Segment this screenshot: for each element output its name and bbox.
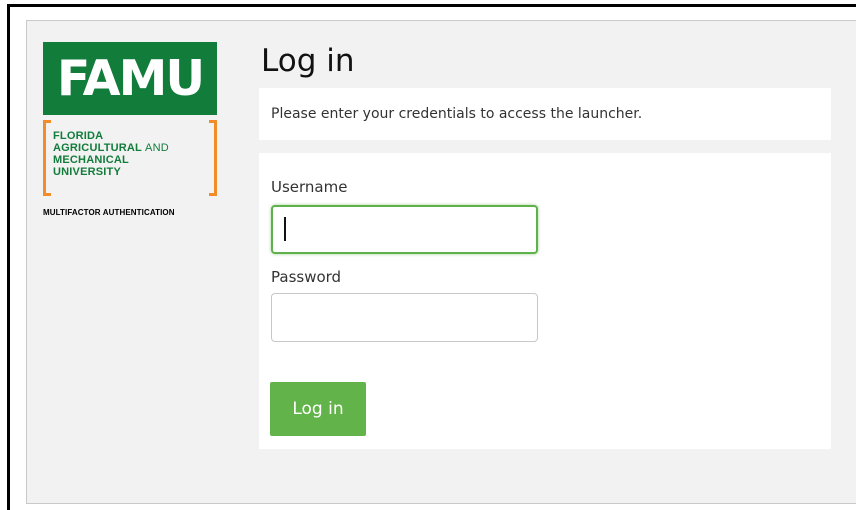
password-label: Password: [271, 268, 342, 286]
username-input[interactable]: [271, 205, 538, 254]
logo-line-3: MECHANICAL: [53, 154, 129, 166]
left-bracket-icon: [43, 120, 51, 196]
logo-line-2-text: AGRICULTURAL: [53, 142, 142, 154]
logo-line-1: FLORIDA: [53, 130, 104, 142]
logo-wordmark: FAMU: [43, 42, 217, 115]
username-label: Username: [271, 178, 348, 196]
login-form: Username Password Log in: [259, 153, 831, 449]
logo-line-2: AGRICULTURAL AND: [53, 142, 207, 154]
logo-bracket-block: FLORIDA AGRICULTURAL AND MECHANICAL UNIV…: [43, 120, 217, 196]
logo-line-4: UNIVERSITY: [53, 166, 122, 178]
right-bracket-icon: [209, 120, 217, 196]
login-button[interactable]: Log in: [270, 382, 366, 436]
famu-logo: FAMU FLORIDA AGRICULTURAL AND MECHANICAL…: [43, 42, 217, 217]
text-cursor: [284, 217, 286, 241]
page-title: Log in: [261, 43, 355, 79]
password-input[interactable]: [271, 293, 538, 342]
logo-line-2-and: AND: [145, 142, 169, 154]
logo-tagline: MULTIFACTOR AUTHENTICATION: [43, 208, 175, 217]
credentials-notice: Please enter your credentials to access …: [259, 88, 831, 140]
